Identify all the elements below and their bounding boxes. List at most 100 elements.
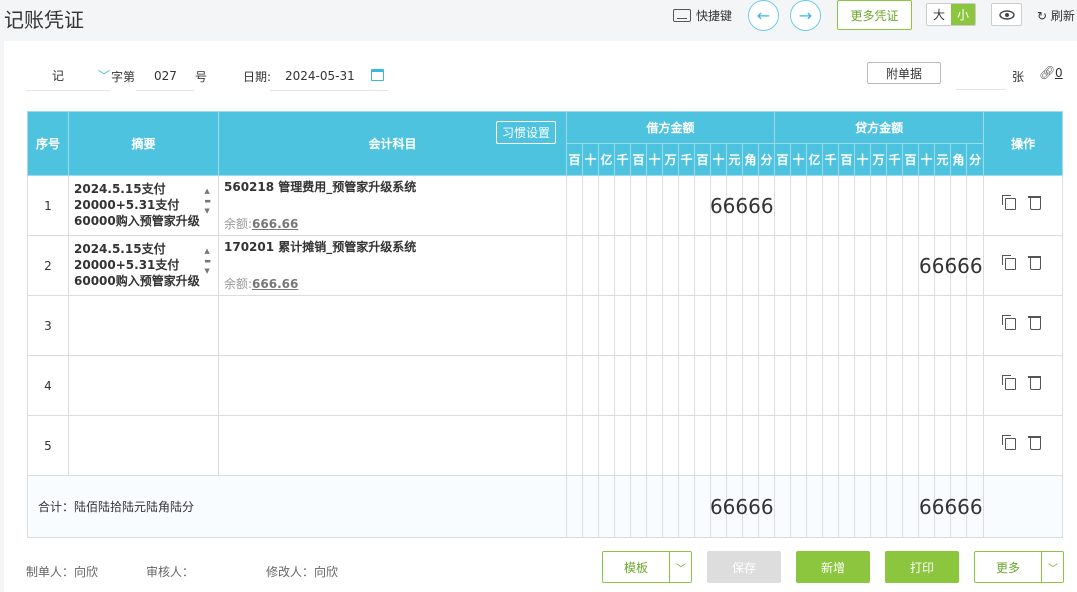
- debit-digit-cell[interactable]: [646, 355, 663, 416]
- debit-digit-cell[interactable]: [646, 235, 663, 296]
- debit-digit-cell[interactable]: [662, 235, 679, 296]
- credit-digit-cell[interactable]: [902, 415, 920, 476]
- credit-digit-cell[interactable]: [790, 355, 808, 416]
- debit-digit-cell[interactable]: [630, 295, 647, 356]
- credit-digit-cell[interactable]: [822, 415, 840, 476]
- debit-digit-cell[interactable]: [742, 355, 759, 416]
- credit-digit-cell[interactable]: [822, 355, 840, 416]
- credit-digit-cell[interactable]: [790, 175, 808, 236]
- next-voucher-button[interactable]: →: [790, 0, 821, 31]
- credit-digit-cell[interactable]: [838, 175, 856, 236]
- link-icon[interactable]: 🔗︎: [1039, 66, 1056, 81]
- debit-digit-cell[interactable]: [646, 415, 663, 476]
- credit-digit-cell[interactable]: [790, 235, 808, 296]
- copy-row-icon[interactable]: [1002, 435, 1017, 450]
- credit-digit-cell[interactable]: [790, 295, 808, 356]
- debit-digit-cell[interactable]: [598, 295, 615, 356]
- debit-digit-cell[interactable]: [614, 355, 631, 416]
- debit-digit-cell[interactable]: [566, 295, 583, 356]
- debit-digit-cell[interactable]: [662, 175, 679, 236]
- total-debit-digit-cell[interactable]: [678, 475, 695, 538]
- more-voucher-button[interactable]: 更多凭证: [837, 0, 912, 30]
- credit-digit-cell[interactable]: [774, 175, 792, 236]
- debit-digit-cell[interactable]: [582, 415, 599, 476]
- credit-digit-cell[interactable]: [902, 295, 920, 356]
- debit-digit-cell[interactable]: [566, 355, 583, 416]
- credit-digit-cell[interactable]: [838, 235, 856, 296]
- debit-digit-cell[interactable]: [662, 355, 679, 416]
- credit-digit-cell[interactable]: [918, 415, 936, 476]
- size-small-toggle[interactable]: 小: [951, 4, 975, 25]
- debit-digit-cell[interactable]: [646, 295, 663, 356]
- total-debit-digit-cell[interactable]: [662, 475, 679, 538]
- credit-digit-cell[interactable]: [854, 415, 872, 476]
- credit-digit-cell[interactable]: [950, 415, 968, 476]
- summary-cell[interactable]: 2024.5.15支付20000+5.31支付60000购入预管家升级系统，合计…: [68, 235, 219, 296]
- credit-digit-cell[interactable]: [838, 415, 856, 476]
- credit-digit-cell[interactable]: [822, 235, 840, 296]
- total-credit-digit-cell[interactable]: [790, 475, 808, 538]
- debit-digit-cell[interactable]: [566, 415, 583, 476]
- debit-digit-cell[interactable]: [694, 295, 711, 356]
- date-input[interactable]: 2024-05-31: [270, 61, 388, 91]
- debit-digit-cell[interactable]: [726, 355, 743, 416]
- credit-digit-cell[interactable]: [774, 355, 792, 416]
- credit-digit-cell[interactable]: [838, 295, 856, 356]
- summary-cell[interactable]: [68, 295, 219, 356]
- calendar-icon[interactable]: [371, 69, 384, 81]
- prev-voucher-button[interactable]: ←: [748, 0, 779, 31]
- new-button[interactable]: 新增: [796, 551, 870, 583]
- scroll-spinner-icon[interactable]: ▲ ▬ ▼: [204, 186, 211, 216]
- debit-digit-cell[interactable]: [710, 235, 727, 296]
- credit-digit-cell[interactable]: [870, 355, 888, 416]
- total-credit-digit-cell[interactable]: [902, 475, 920, 538]
- credit-digit-cell[interactable]: [774, 415, 792, 476]
- debit-digit-cell[interactable]: [614, 175, 631, 236]
- debit-digit-cell[interactable]: [630, 415, 647, 476]
- debit-digit-cell[interactable]: [757, 235, 776, 296]
- debit-digit-cell[interactable]: [710, 355, 727, 416]
- debit-digit-cell[interactable]: [710, 295, 727, 356]
- summary-cell[interactable]: [68, 415, 219, 476]
- voucher-number-input[interactable]: 027: [136, 61, 194, 91]
- credit-digit-cell[interactable]: [774, 235, 792, 296]
- debit-digit-cell[interactable]: [678, 355, 695, 416]
- preview-button[interactable]: [991, 3, 1022, 26]
- credit-digit-cell[interactable]: [806, 175, 824, 236]
- credit-digit-cell[interactable]: [886, 295, 904, 356]
- copy-row-icon[interactable]: [1002, 375, 1017, 390]
- debit-digit-cell[interactable]: [742, 235, 759, 296]
- attach-button[interactable]: 附单据: [867, 62, 941, 84]
- credit-digit-cell[interactable]: [806, 415, 824, 476]
- debit-digit-cell[interactable]: [757, 295, 776, 356]
- size-big-toggle[interactable]: 大: [927, 4, 951, 25]
- debit-digit-cell[interactable]: [726, 415, 743, 476]
- total-debit-digit-cell[interactable]: [630, 475, 647, 538]
- credit-digit-cell[interactable]: [934, 415, 952, 476]
- more-button[interactable]: 更多 ﹀: [974, 551, 1064, 583]
- credit-digit-cell[interactable]: [934, 295, 952, 356]
- credit-digit-cell[interactable]: [902, 235, 920, 296]
- credit-digit-cell[interactable]: [838, 355, 856, 416]
- debit-digit-cell[interactable]: [630, 175, 647, 236]
- total-credit-digit-cell[interactable]: [854, 475, 872, 538]
- credit-digit-cell[interactable]: [918, 295, 936, 356]
- subject-cell[interactable]: 170201 累计摊销_预管家升级系统 余额:666.66: [218, 235, 567, 296]
- debit-digit-cell[interactable]: [662, 415, 679, 476]
- credit-digit-cell[interactable]: [870, 295, 888, 356]
- credit-digit-cell[interactable]: [806, 295, 824, 356]
- credit-digit-cell[interactable]: [854, 355, 872, 416]
- habit-settings-button[interactable]: 习惯设置: [495, 121, 556, 144]
- debit-digit-cell[interactable]: [757, 355, 776, 416]
- credit-digit-cell[interactable]: [806, 355, 824, 416]
- total-debit-digit-cell[interactable]: [582, 475, 599, 538]
- debit-digit-cell[interactable]: [598, 415, 615, 476]
- total-debit-digit-cell[interactable]: [566, 475, 583, 538]
- copy-row-icon[interactable]: [1002, 315, 1017, 330]
- debit-digit-cell[interactable]: [726, 295, 743, 356]
- credit-digit-cell[interactable]: [870, 415, 888, 476]
- credit-digit-cell[interactable]: [886, 235, 904, 296]
- credit-digit-cell[interactable]: [854, 295, 872, 356]
- voucher-word-select[interactable]: 记 ﹀: [26, 61, 110, 91]
- debit-digit-cell[interactable]: [598, 235, 615, 296]
